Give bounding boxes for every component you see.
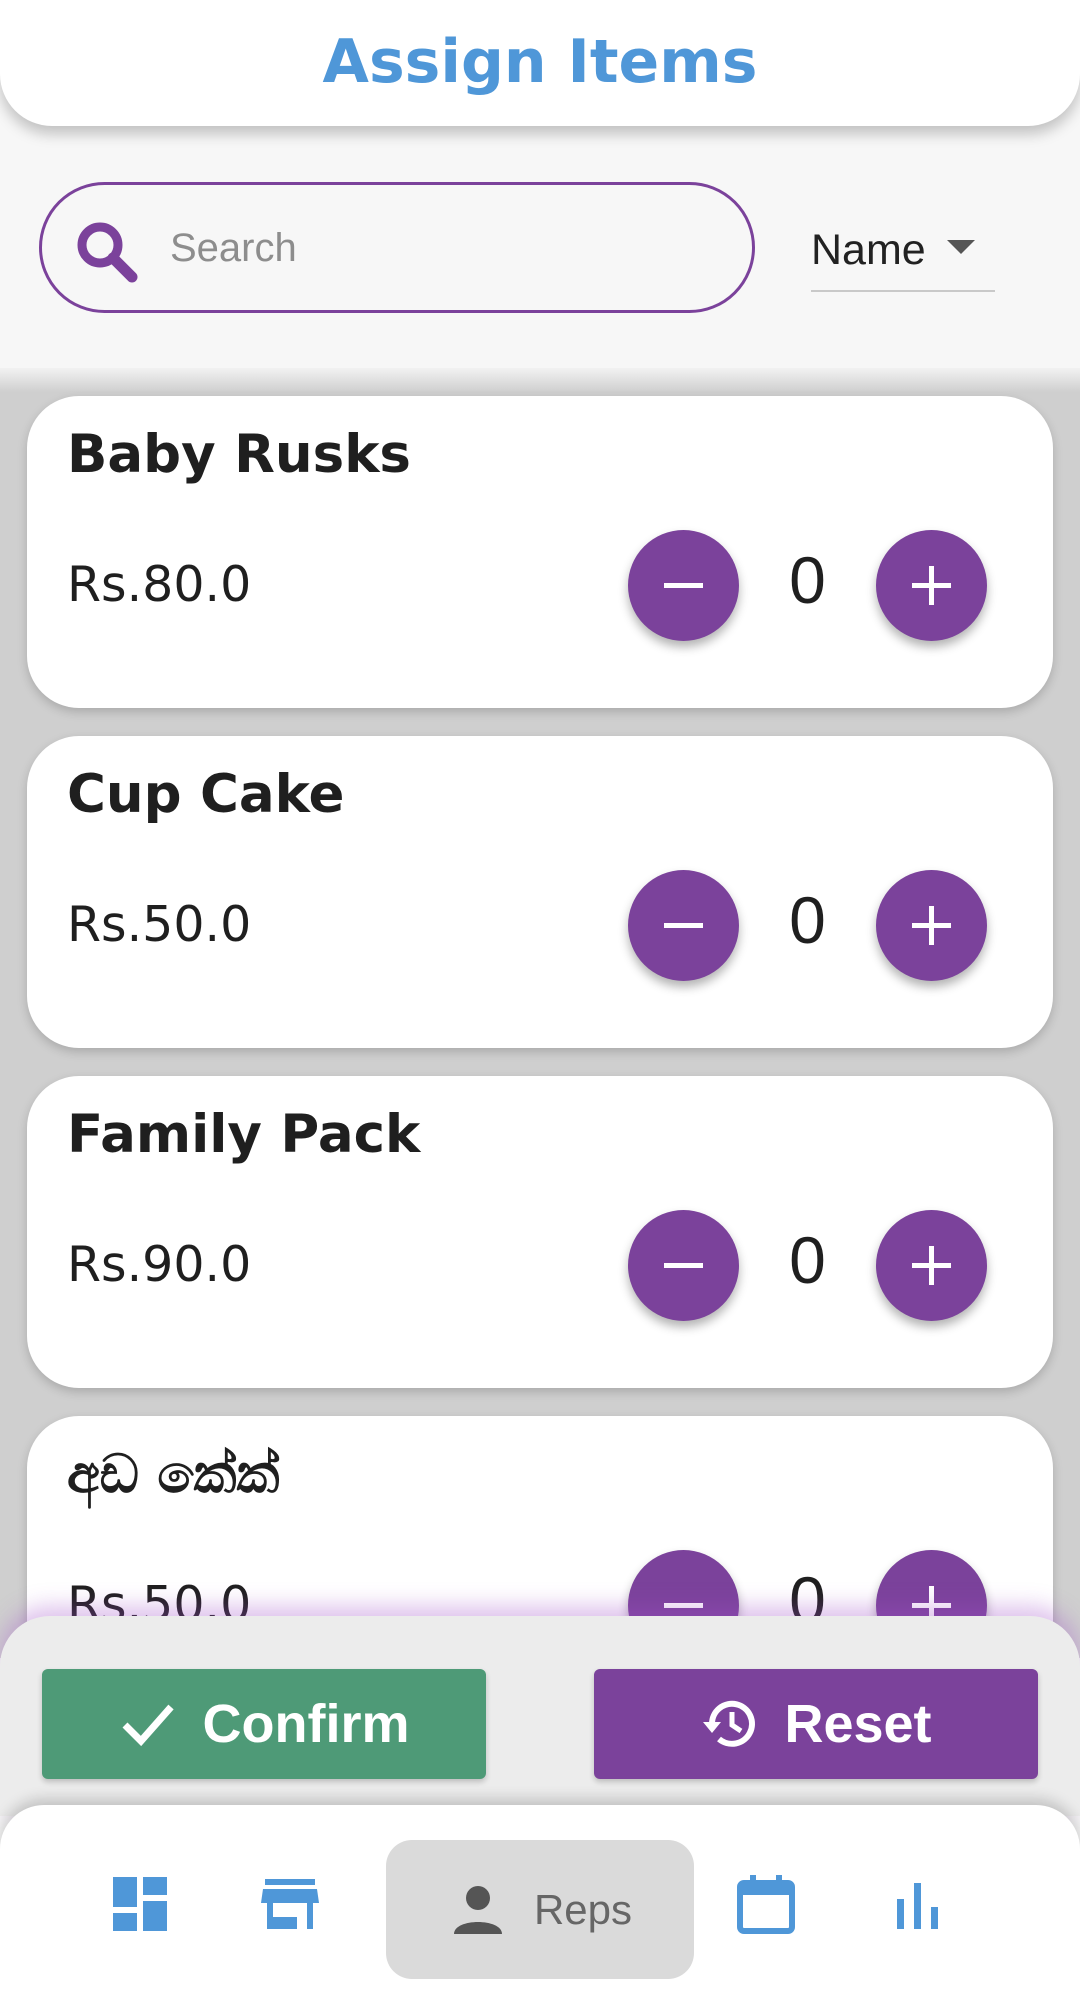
search-input[interactable] — [170, 215, 730, 281]
page-title: Assign Items — [322, 27, 758, 97]
reset-label: Reset — [784, 1694, 932, 1754]
sort-selected-label: Name — [811, 225, 926, 274]
confirm-label: Confirm — [202, 1694, 410, 1754]
nav-label-reps: Reps — [533, 1885, 633, 1933]
nav-item-calendar[interactable] — [716, 1805, 816, 2002]
item-price: Rs.80.0 — [67, 556, 252, 613]
item-card: Baby Rusks Rs.80.0 0 — [27, 396, 1053, 708]
minus-icon — [664, 1263, 703, 1268]
history-icon — [703, 1700, 756, 1747]
plus-icon — [912, 1246, 951, 1285]
nav-item-store[interactable] — [240, 1805, 340, 2002]
increment-button[interactable] — [876, 1210, 987, 1321]
item-name: Cup Cake — [67, 764, 345, 825]
action-bar: Confirm Reset — [0, 1616, 1080, 1816]
nav-item-dashboard[interactable] — [90, 1805, 190, 2002]
check-icon — [122, 1704, 174, 1747]
search-icon — [77, 222, 138, 283]
item-list[interactable]: Baby Rusks Rs.80.0 0 Cup Cake Rs.50.0 0 … — [0, 368, 1080, 1658]
item-name: Baby Rusks — [67, 424, 411, 485]
item-price: Rs.90.0 — [67, 1236, 252, 1293]
search-row: Name — [0, 180, 1080, 316]
reset-button[interactable]: Reset — [594, 1669, 1038, 1779]
item-card: Family Pack Rs.90.0 0 — [27, 1076, 1053, 1388]
bar-chart-icon — [897, 1882, 938, 1929]
search-box[interactable] — [39, 182, 755, 313]
increment-button[interactable] — [876, 870, 987, 981]
nav-item-reports[interactable] — [868, 1805, 968, 2002]
minus-icon — [664, 583, 703, 588]
quantity-value: 0 — [789, 1223, 826, 1297]
calendar-icon — [737, 1874, 795, 1934]
item-price: Rs.50.0 — [67, 896, 252, 953]
bottom-nav: Reps — [0, 1805, 1080, 2002]
item-card: Cup Cake Rs.50.0 0 — [27, 736, 1053, 1048]
store-icon — [261, 1878, 319, 1929]
minus-icon — [664, 923, 703, 928]
nav-item-reps[interactable]: Reps — [386, 1840, 694, 1979]
sort-dropdown[interactable]: Name — [811, 210, 995, 292]
plus-icon — [912, 906, 951, 945]
decrement-button[interactable] — [628, 1210, 739, 1321]
increment-button[interactable] — [876, 530, 987, 641]
confirm-button[interactable]: Confirm — [42, 1669, 486, 1779]
decrement-button[interactable] — [628, 870, 739, 981]
app-header: Assign Items — [0, 0, 1080, 126]
dashboard-icon — [113, 1876, 167, 1931]
quantity-value: 0 — [789, 543, 826, 617]
item-name: අඩ කේක් — [67, 1444, 280, 1505]
caret-down-icon — [947, 240, 975, 254]
item-name: Family Pack — [67, 1104, 421, 1165]
quantity-value: 0 — [789, 883, 826, 957]
decrement-button[interactable] — [628, 530, 739, 641]
plus-icon — [912, 566, 951, 605]
person-icon — [453, 1885, 502, 1934]
